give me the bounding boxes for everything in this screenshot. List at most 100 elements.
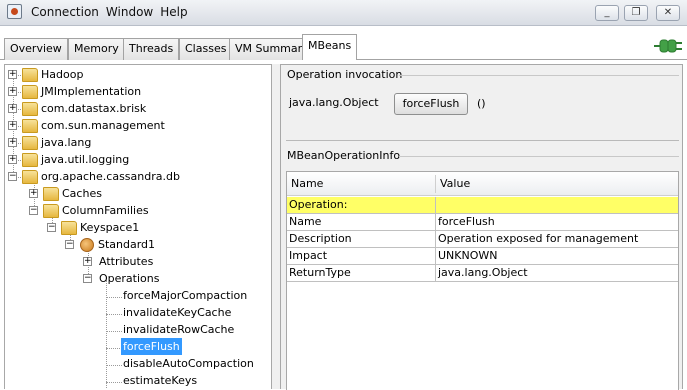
tree-node-estimatekeys[interactable]: estimateKeys [5,372,271,389]
tree-node-label: disableAutoCompaction [123,357,254,370]
cell-value: java.lang.Object [438,266,528,279]
cell-name: Impact [287,248,436,264]
collapse-icon[interactable]: − [83,274,92,283]
folder-icon [22,136,38,150]
folder-icon [43,187,59,201]
cell-name: Description [287,231,436,247]
tree-node-label: Standard1 [98,238,156,251]
tree-node-label: ColumnFamilies [62,204,149,217]
tree-node-jmimplementation[interactable]: + JMImplementation [5,83,271,100]
tab-memory[interactable]: Memory [68,38,125,60]
tree-node-label: org.apache.cassandra.db [41,170,180,183]
tab-overview[interactable]: Overview [4,38,68,60]
tree-node-java-lang[interactable]: + java.lang [5,134,271,151]
tree-node-label: Keyspace1 [80,221,140,234]
expand-icon[interactable]: + [8,87,17,96]
collapse-icon[interactable]: − [47,223,56,232]
expand-icon[interactable]: + [8,138,17,147]
cell-value: forceFlush [438,215,495,228]
folder-icon [22,102,38,116]
tree-node-com-datastax-brisk[interactable]: + com.datastax.brisk [5,100,271,117]
tree-node-label-selected: forceFlush [121,338,182,355]
tree-node-label: invalidateRowCache [123,323,235,336]
operation-detail-pane: Operation invocation java.lang.Object fo… [280,64,683,390]
column-header-value[interactable]: Value [436,172,470,196]
collapse-icon[interactable]: − [8,172,17,181]
cell-value: Operation exposed for management [438,232,639,245]
tree-node-invalidatekeycache[interactable]: invalidateKeyCache [5,304,271,321]
tree-node-label: invalidateKeyCache [123,306,232,319]
table-row[interactable]: Impact UNKNOWN [287,248,678,265]
tree-node-forceflush[interactable]: forceFlush [5,338,271,355]
expand-icon[interactable]: + [8,121,17,130]
operation-info-table: Name Value Operation: Name forceFlush De… [286,171,679,390]
collapse-icon[interactable]: − [29,206,38,215]
mbean-icon [80,238,94,252]
tree-node-label: java.util.logging [41,153,130,166]
tab-bar: Overview Memory Threads Classes VM Summa… [0,30,687,62]
tree-node-label: com.sun.management [41,119,165,132]
connection-plug-icon [654,39,682,53]
minimize-button[interactable]: _ [595,5,619,21]
operation-invocation-heading: Operation invocation [287,68,403,81]
cell-name: Name [287,214,436,230]
tab-mbeans[interactable]: MBeans [302,34,358,60]
tab-classes[interactable]: Classes [179,38,233,60]
tree-node-java-util-logging[interactable]: + java.util.logging [5,151,271,168]
table-header: Name Value [287,172,678,196]
cell-name: Operation: [287,197,436,213]
menu-connection[interactable]: Connection [31,5,99,19]
force-flush-invoke-button[interactable]: forceFlush [394,93,468,115]
folder-open-icon [43,204,59,218]
collapse-icon[interactable]: − [65,240,74,249]
folder-icon [22,68,38,82]
column-header-name[interactable]: Name [287,172,323,196]
tree-node-operations[interactable]: − Operations [5,270,271,287]
tree-node-invalidaterowcache[interactable]: invalidateRowCache [5,321,271,338]
tree-node-label: Caches [62,187,102,200]
expand-icon[interactable]: + [8,155,17,164]
tree-node-label: java.lang [41,136,92,149]
folder-icon [22,119,38,133]
restore-button[interactable]: ❐ [624,5,648,21]
expand-icon[interactable]: + [8,104,17,113]
tree-node-attributes[interactable]: + Attributes [5,253,271,270]
tree-node-label: Hadoop [41,68,84,81]
folder-open-icon [61,221,77,235]
tree-node-label: estimateKeys [123,374,198,387]
tree-node-org-apache-cassandra-db[interactable]: − org.apache.cassandra.db [5,168,271,185]
close-button[interactable]: ✕ [656,5,680,21]
tree-node-forcemajorcompaction[interactable]: forceMajorCompaction [5,287,271,304]
cell-name: ReturnType [287,265,436,281]
tree-node-standard1[interactable]: − Standard1 [5,236,271,253]
tree-node-hadoop[interactable]: + Hadoop [5,66,271,83]
expand-icon[interactable]: + [8,70,17,79]
tree-node-keyspace1[interactable]: − Keyspace1 [5,219,271,236]
return-type-label: java.lang.Object [289,96,379,109]
tree-node-com-sun-management[interactable]: + com.sun.management [5,117,271,134]
tab-threads[interactable]: Threads [123,38,180,60]
java-app-icon [7,4,22,19]
table-row[interactable]: Name forceFlush [287,214,678,231]
pane-splitter[interactable] [272,64,280,389]
expand-icon[interactable]: + [29,189,38,198]
title-bar: Connection Window Help _ ❐ ✕ [0,0,687,26]
table-row-operation[interactable]: Operation: [287,197,678,214]
folder-icon [22,153,38,167]
table-row[interactable]: ReturnType java.lang.Object [287,265,678,282]
tree-node-label: JMImplementation [41,85,142,98]
table-row[interactable]: Description Operation exposed for manage… [287,231,678,248]
cell-value [436,197,678,213]
menu-window[interactable]: Window [106,5,153,19]
tree-node-label: Operations [99,272,160,285]
expand-icon[interactable]: + [83,257,92,266]
menu-bar: Connection Window Help [31,5,188,19]
mbean-operation-info-heading: MBeanOperationInfo [287,149,401,162]
tree-node-label: forceMajorCompaction [123,289,248,302]
folder-icon [22,85,38,99]
menu-help[interactable]: Help [160,5,187,19]
tree-node-caches[interactable]: + Caches [5,185,271,202]
tree-node-disableautocompaction[interactable]: disableAutoCompaction [5,355,271,372]
mbean-tree: + Hadoop + JMImplementation + com.datast… [4,64,272,389]
tree-node-columnfamilies[interactable]: − ColumnFamilies [5,202,271,219]
